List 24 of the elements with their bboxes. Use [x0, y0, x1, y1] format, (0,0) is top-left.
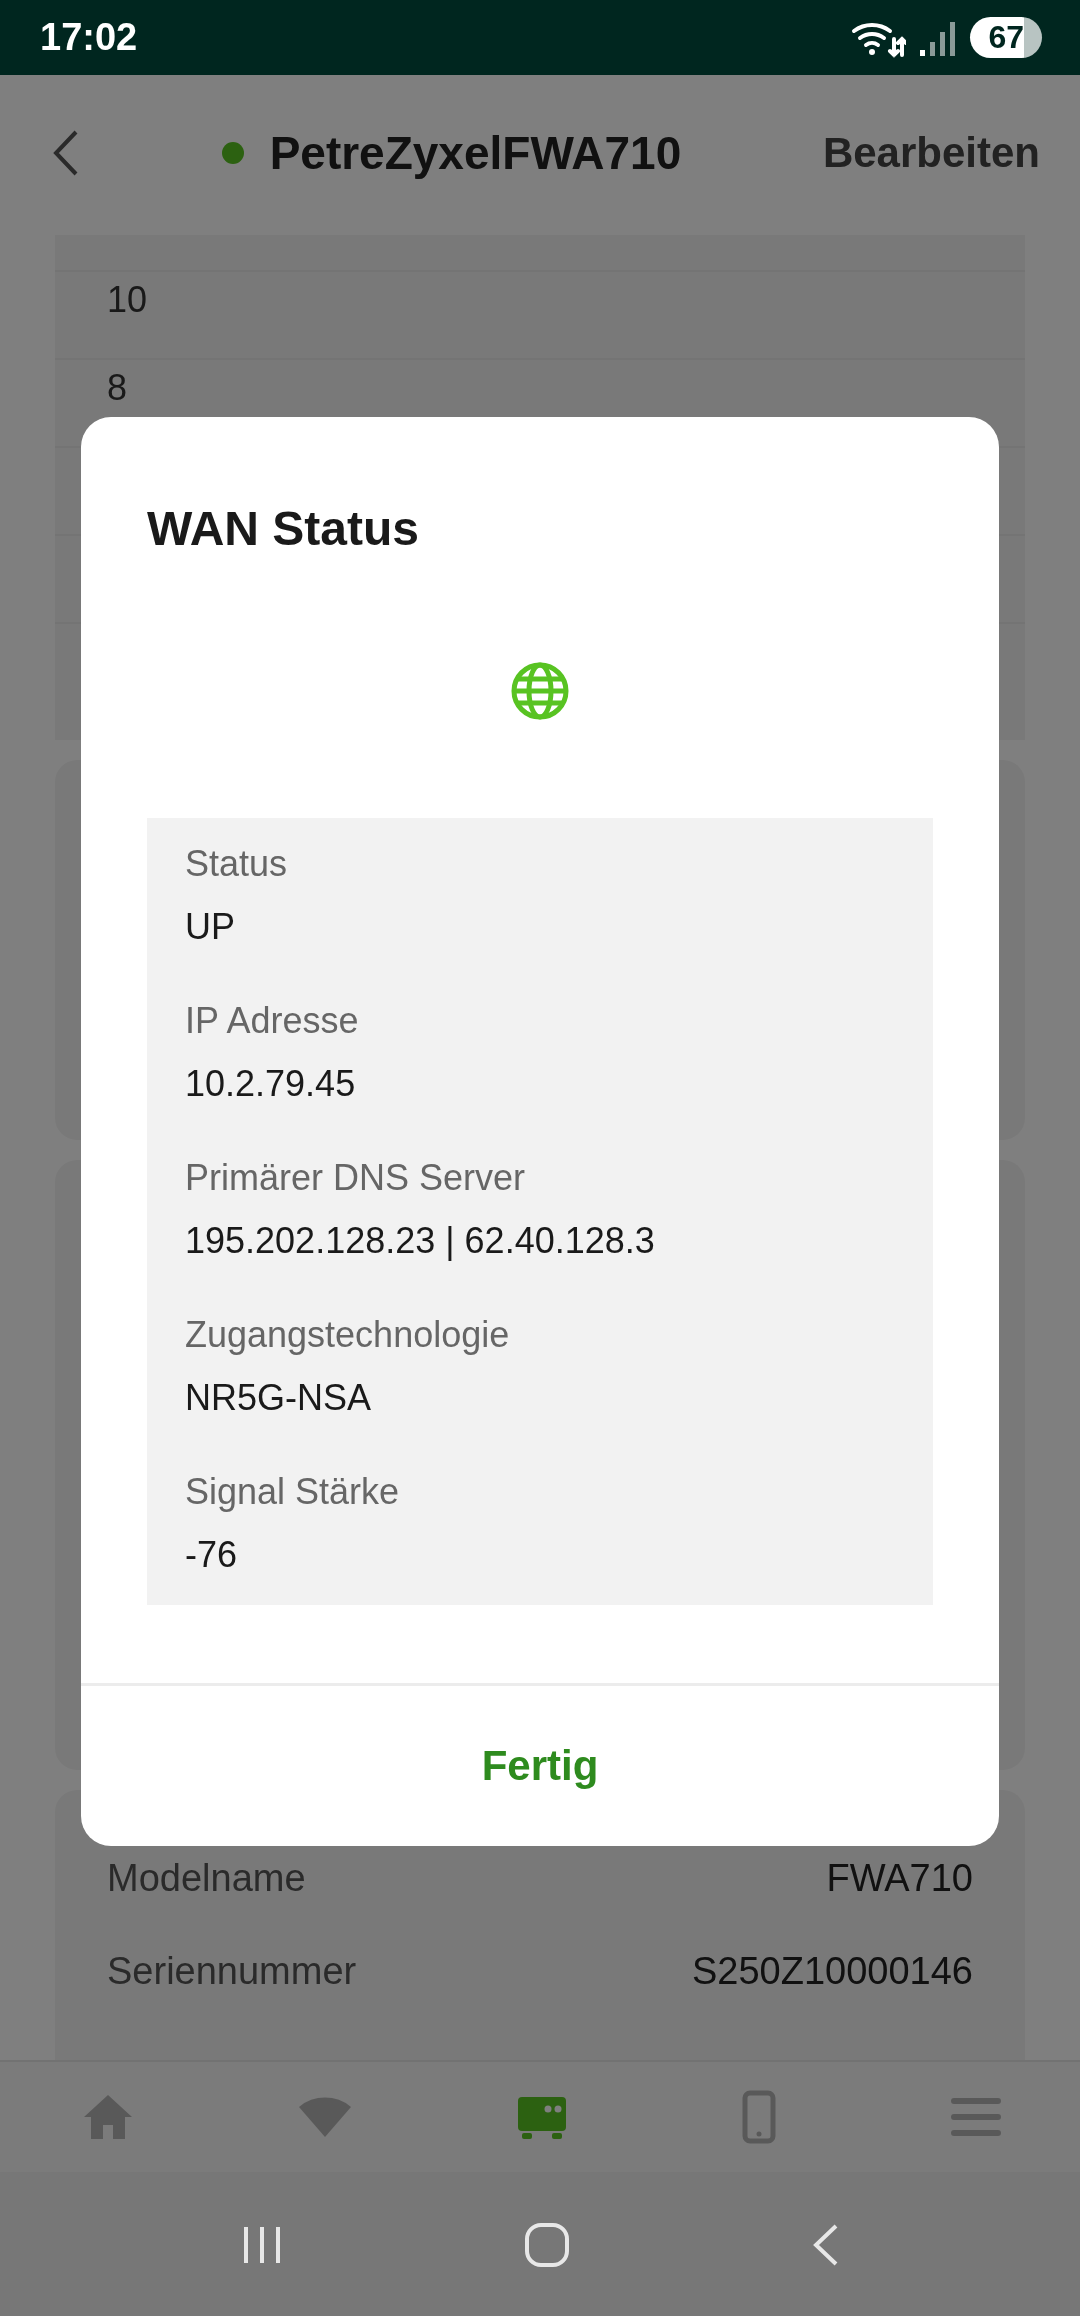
axis-label: 8 — [107, 368, 128, 408]
field-label: Primärer DNS Server — [185, 1156, 527, 1200]
edit-link[interactable]: Bearbeiten — [822, 128, 1040, 177]
field-value: 10.2.79.45 — [185, 1062, 357, 1106]
done-button[interactable]: Fertig — [451, 1728, 629, 1804]
info-label: Modelname — [107, 1857, 306, 1900]
dialog-title: WAN Status — [147, 501, 420, 556]
device-title: PetreZyxelFWA710 — [269, 125, 682, 180]
field-label: Signal Stärke — [185, 1470, 401, 1514]
field-value: NR5G-NSA — [185, 1376, 373, 1420]
clock-time: 17:02 — [40, 16, 138, 59]
battery-indicator: 67 — [970, 17, 1042, 58]
info-label: Seriennummer — [107, 1950, 357, 1993]
globe-icon — [510, 661, 570, 721]
field-label: Status — [185, 842, 289, 886]
info-value: FWA710 — [826, 1857, 973, 1900]
field-value: UP — [185, 905, 236, 949]
field-label: Zugangstechnologie — [185, 1313, 511, 1357]
info-value: S250Z10000146 — [691, 1950, 973, 1993]
field-value: 195.202.128.23 | 62.40.128.3 — [185, 1219, 656, 1263]
field-label: IP Adresse — [185, 999, 360, 1043]
home-button-icon[interactable] — [524, 2222, 570, 2268]
field-value: -76 — [185, 1533, 239, 1577]
axis-label: 10 — [107, 280, 148, 320]
